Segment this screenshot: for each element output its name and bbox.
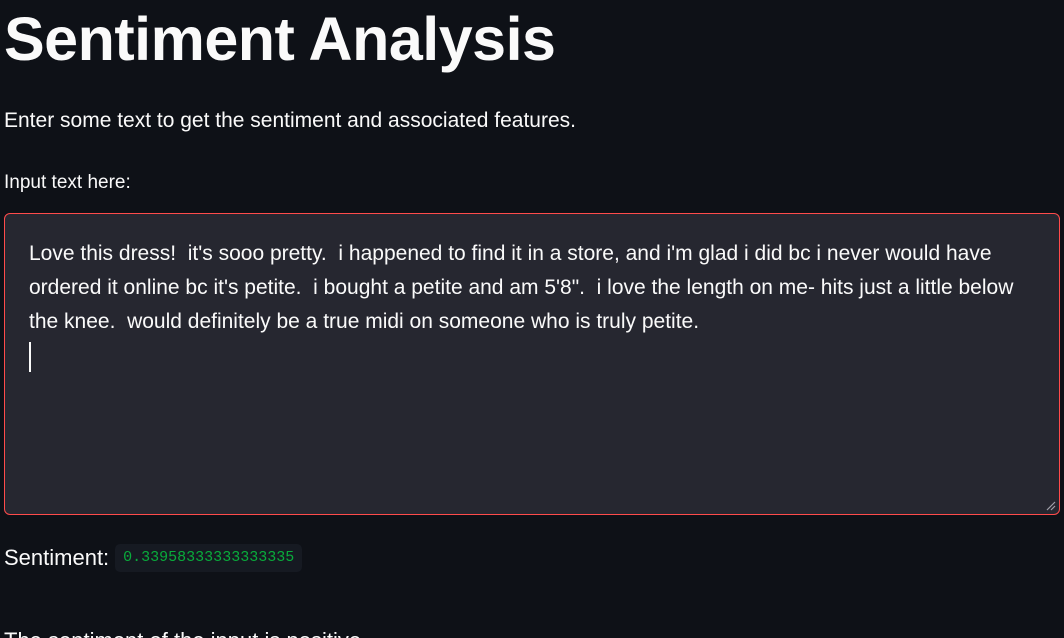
app-page: Sentiment Analysis Enter some text to ge… bbox=[0, 0, 1064, 638]
sentiment-output: Sentiment: 0.33958333333333335 bbox=[4, 542, 303, 574]
page-title: Sentiment Analysis bbox=[4, 5, 556, 73]
sentiment-label: Sentiment: bbox=[4, 545, 110, 570]
sentiment-result-text: The sentiment of the input is positive. bbox=[4, 626, 367, 638]
text-cursor bbox=[29, 342, 31, 372]
page-description: Enter some text to get the sentiment and… bbox=[4, 109, 576, 132]
sentiment-score: 0.33958333333333335 bbox=[115, 544, 303, 572]
resize-grip-icon[interactable] bbox=[1046, 501, 1056, 511]
input-label: Input text here: bbox=[4, 172, 131, 193]
input-text-content: Love this dress! it's sooo pretty. i hap… bbox=[29, 242, 1020, 333]
input-textarea-value[interactable]: Love this dress! it's sooo pretty. i hap… bbox=[29, 237, 1034, 372]
input-textarea[interactable]: Love this dress! it's sooo pretty. i hap… bbox=[4, 213, 1060, 515]
